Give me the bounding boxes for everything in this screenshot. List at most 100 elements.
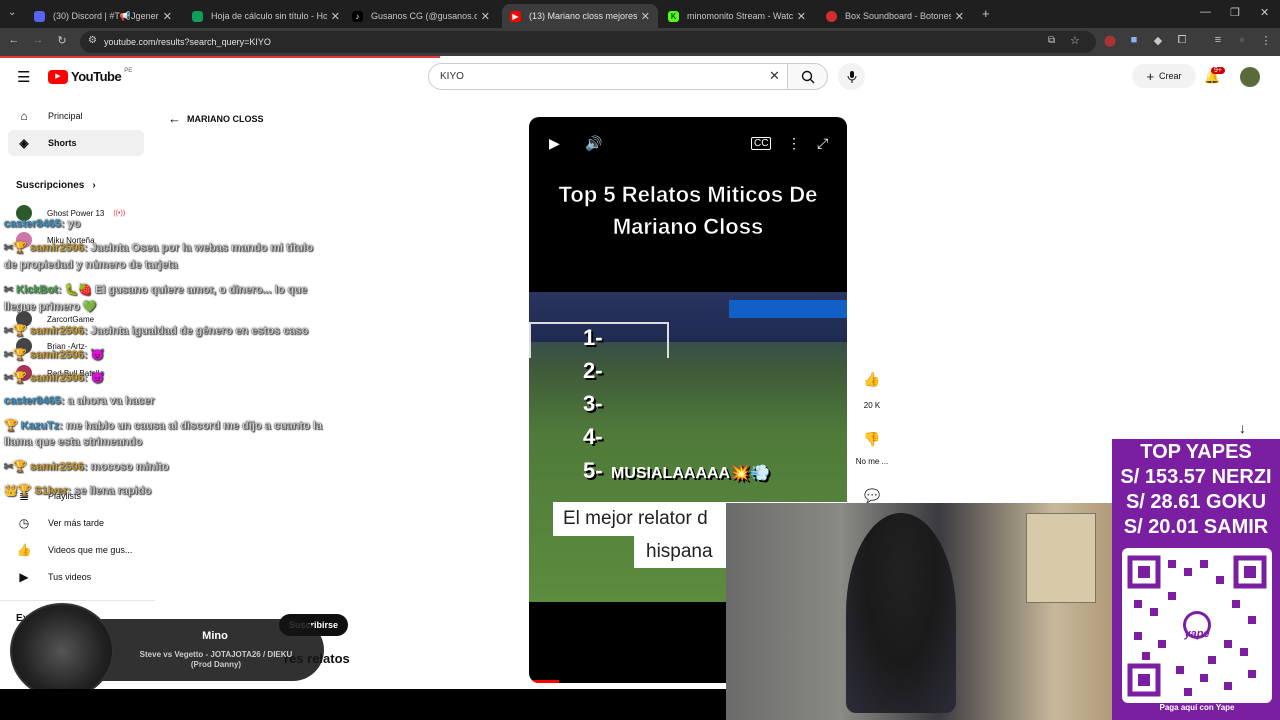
tab-title: Box Soundboard - Botones de — [845, 11, 951, 21]
youtube-logo[interactable]: ▶ YouTube PE — [48, 67, 133, 84]
window-close-icon[interactable]: ✕ — [1260, 6, 1269, 19]
back-label: MARIANO CLOSS — [187, 113, 264, 124]
clear-search-icon[interactable]: ✕ — [769, 68, 780, 84]
ranking-fifth-label: MUSIALAAAAA💥💨 — [611, 465, 770, 482]
install-icon[interactable]: ⧉ — [1048, 35, 1055, 46]
restore-icon[interactable]: ❐ — [1230, 6, 1240, 19]
subscriptions-title: Suscripciones — [16, 180, 85, 191]
sidebar-item-watch-later[interactable]: ◷ Ver más tarde — [8, 510, 144, 536]
chat-message: ✂🏆 samir2506: Jacinta Osea por la webas … — [4, 242, 314, 254]
account-avatar[interactable] — [1240, 67, 1260, 87]
video-title-line: Top 5 Relatos Miticos De — [558, 182, 818, 208]
fullscreen-icon[interactable]: ⤢ — [817, 135, 828, 152]
tab-close-icon[interactable]: ✕ — [163, 10, 172, 23]
search-button[interactable] — [788, 63, 828, 90]
video-title-line: Mariano Closs — [612, 214, 764, 240]
menu-kebab-icon[interactable]: ⋮ — [1258, 34, 1274, 47]
back-icon[interactable]: ← — [6, 34, 22, 46]
tab-title: (30) Discord | #T📢Jgeneral — [53, 10, 159, 21]
ad-board — [729, 300, 847, 318]
subscriptions-heading[interactable]: Suscripciones › — [16, 180, 96, 191]
yape-donations-panel: TOP YAPES S/ 153.57 NERZI S/ 28.61 GOKU … — [1112, 439, 1280, 720]
chat-message: caster8465: a ahora va hacer — [4, 395, 155, 407]
voice-search-button[interactable] — [838, 63, 865, 90]
forward-icon[interactable]: → — [30, 34, 46, 46]
dislike-button[interactable]: 👎 No me ... — [850, 427, 894, 466]
search-input[interactable]: KIYO ✕ — [428, 63, 788, 90]
new-tab-button[interactable]: + — [982, 6, 990, 21]
chat-message: caster8465: yo — [4, 218, 81, 230]
soundboard-icon — [826, 10, 837, 22]
media-control-icon[interactable]: ≡ — [1210, 34, 1226, 46]
emote-icon: 😈 — [90, 349, 105, 361]
chevron-right-icon: › — [92, 180, 96, 191]
tab-title: (13) Mariano closs mejores rela — [529, 11, 637, 21]
sidebar-item-shorts[interactable]: ◈ Shorts — [8, 130, 144, 156]
tab-discord[interactable]: (30) Discord | #T📢Jgeneral ✕ — [26, 4, 180, 28]
chat-message: llama que esta strimeando — [4, 436, 143, 448]
search-icon — [801, 70, 814, 83]
tab-title: Hoja de cálculo sin título - Hoja — [211, 11, 327, 21]
thumbs-up-icon: 👍 — [863, 371, 881, 387]
tab-soundboard[interactable]: Box Soundboard - Botones de ✕ — [818, 4, 972, 28]
ranking-number: 1- — [583, 325, 603, 350]
like-button[interactable]: 👍 20 K — [856, 367, 888, 410]
captions-icon[interactable]: CC — [751, 137, 772, 150]
region-code: PE — [124, 67, 133, 74]
tab-close-icon[interactable]: ✕ — [641, 10, 650, 23]
bookmark-star-icon[interactable]: ☆ — [1070, 34, 1080, 47]
tab-sheets[interactable]: Hoja de cálculo sin título - Hoja ✕ — [184, 4, 348, 28]
tab-kick[interactable]: K minomonito Stream - Watch Li ✕ — [660, 4, 814, 28]
sidebar-item-liked-videos[interactable]: 👍 Videos que me gus... — [8, 537, 144, 563]
svg-text:yape: yape — [1183, 628, 1209, 640]
yape-footer: Paga aquí con Yape — [1159, 703, 1235, 712]
sidebar-item-label: Videos que me gus... — [48, 545, 133, 555]
sidebar-item-label: Shorts — [48, 138, 77, 148]
comments-icon[interactable]: 💬 — [864, 488, 880, 504]
tab-search-icon[interactable]: ⌄ — [8, 7, 16, 18]
tab-close-icon[interactable]: ✕ — [331, 10, 340, 23]
sheets-icon — [192, 10, 203, 22]
more-options-icon[interactable]: ⋮ — [787, 135, 801, 152]
home-icon: ⌂ — [20, 109, 28, 123]
now-playing-album-art — [10, 603, 114, 699]
address-bar[interactable]: ⚙ youtube.com/results?search_query=KIYO … — [80, 31, 1096, 53]
video-caption: hispana — [634, 536, 734, 568]
tab-title: minomonito Stream - Watch Li — [687, 11, 793, 21]
site-info-icon[interactable]: ⚙ — [88, 35, 97, 46]
tab-close-icon[interactable]: ✕ — [955, 10, 964, 23]
tab-close-icon[interactable]: ✕ — [481, 10, 490, 23]
sidebar-item-label: Principal — [48, 111, 83, 121]
scroll-down-arrow-icon[interactable]: ↓ — [1239, 420, 1246, 436]
streamer-webcam — [726, 503, 1112, 720]
shorts-icon: ◈ — [19, 136, 29, 150]
sidebar-item-your-videos[interactable]: ▶ Tus videos — [8, 564, 144, 590]
profile-icon[interactable]: ● — [1234, 34, 1250, 46]
chat-message: 🏆 KazuTz: me hablo un causa al discord m… — [4, 420, 323, 432]
tab-title: Gusanos CG (@gusanos.cg) | Ti — [371, 11, 477, 21]
search-value: KIYO — [440, 71, 464, 82]
minimize-icon[interactable]: — — [1200, 6, 1211, 18]
tab-close-icon[interactable]: ✕ — [797, 10, 806, 23]
sidebar-item-principal[interactable]: ⌂ Principal — [8, 103, 144, 129]
volume-icon[interactable]: 🔊 — [585, 135, 602, 152]
extension-blue-icon[interactable]: ■ — [1126, 34, 1142, 46]
video-progress-bar[interactable] — [529, 680, 559, 683]
yape-qr-code[interactable]: yape — [1122, 548, 1272, 703]
ranking-number: 4- — [583, 424, 603, 449]
back-to-channel-link[interactable]: ← MARIANO CLOSS — [168, 111, 264, 126]
subscription-name: ZarcortGame — [47, 314, 95, 324]
youtube-favicon-icon: ▶ — [510, 10, 521, 22]
create-button[interactable]: + Crear — [1132, 64, 1196, 88]
reload-icon[interactable]: ↻ — [54, 34, 70, 47]
wanted-poster — [1026, 513, 1096, 603]
extensions-puzzle-icon[interactable]: ⧠ — [1174, 34, 1190, 47]
tab-tiktok[interactable]: ♪ Gusanos CG (@gusanos.cg) | Ti ✕ — [344, 4, 498, 28]
hamburger-menu-icon[interactable]: ☰ — [17, 68, 30, 86]
play-icon[interactable]: ▶ — [549, 135, 560, 152]
extension-red-icon[interactable]: ⬤ — [1102, 34, 1118, 47]
tab-youtube[interactable]: ▶ (13) Mariano closs mejores rela ✕ — [502, 4, 658, 28]
like-count: 20 K — [863, 401, 881, 410]
extension-diamond-icon[interactable]: ◆ — [1150, 34, 1166, 47]
video-overlay-title: Top 5 Relatos Miticos De Mariano Closs — [529, 179, 847, 243]
